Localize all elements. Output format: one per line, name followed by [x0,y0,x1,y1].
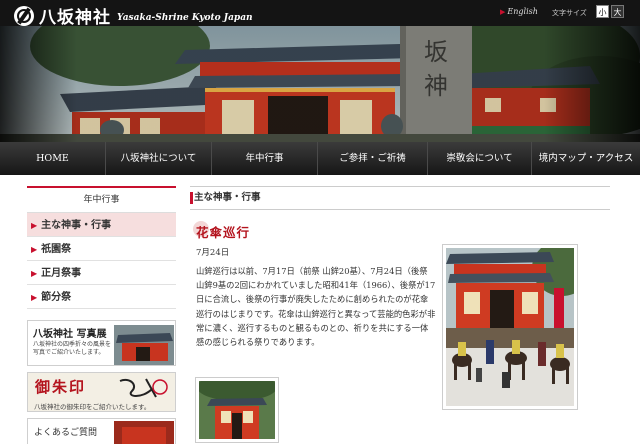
procession-photo-image [446,240,592,406]
font-size-label: 文字サイズ [552,9,587,17]
goshuin-subtitle: 八坂神社の御朱印をご紹介いたします。 [34,403,151,411]
logo-japanese: 八坂神社 [39,8,111,28]
shrine-thumbnail-image [197,373,277,439]
sidebar-item-label: 主な神事・行事 [41,220,112,231]
sidebar-item-label: 祇園祭 [41,244,72,255]
nav-item-home[interactable]: HOME [0,142,106,175]
nav-item-worship[interactable]: ご参拝・ご祈祷 [318,142,428,175]
shrine-crest-icon [14,5,34,26]
sidebar: 年中行事 ▶ 主な神事・行事 ▶ 祇園祭 ▶ 正月祭事 ▶ 節分祭 [27,186,176,309]
nav-item-about[interactable]: 八坂神社について [106,142,212,175]
faq-title: よくあるご質問 [34,428,98,438]
goshuin-title: 御朱印 [35,378,87,396]
hero-image: 坂 神 [0,26,640,142]
goshuin-banner[interactable]: 御朱印 八坂神社の御朱印をご紹介いたします。 [27,372,176,412]
faq-thumbnail [114,421,174,444]
sidebar-item-new-year[interactable]: ▶ 正月祭事 [27,261,176,285]
sidebar-item-label: 節分祭 [41,292,72,303]
faq-banner[interactable]: よくあるご質問 [27,418,176,444]
bullet-icon: ▶ [31,220,38,230]
sidebar-item-main-events[interactable]: ▶ 主な神事・行事 [27,213,176,237]
event-title-text: 花傘巡行 [196,225,251,240]
nav-item-supporters[interactable]: 崇敬会について [428,142,532,175]
font-large-button[interactable]: 大 [611,5,624,18]
main-content: 主な神事・行事 花傘巡行 7月24日 山鉾巡行は以前、7月17日（前祭 山鉾20… [190,186,610,347]
event-date: 7月24日 [196,248,230,258]
nav-item-map-access[interactable]: 境内マップ・アクセス [532,142,640,175]
bullet-icon: ▶ [31,244,38,254]
photo-exhibit-subtitle: 八坂神社の四季折々の風景を 写真でご紹介いたします。 [33,341,112,356]
event-description: 山鉾巡行は以前、7月17日（前祭 山鉾20基）、7月24日（後祭 山鉾9基の2回… [196,266,469,348]
english-link[interactable]: ▶ English [500,7,538,16]
section-title: 主な神事・行事 [190,186,610,210]
nav-item-annual-events[interactable]: 年中行事 [212,142,318,175]
photo-exhibit-title: 八坂神社 写真展 [33,329,107,340]
font-small-button[interactable]: 小 [596,5,609,18]
sidebar-item-setsubun[interactable]: ▶ 節分祭 [27,285,176,309]
bullet-icon: ▶ [31,268,38,278]
shrine-thumbnail-photo[interactable] [195,373,279,443]
sidebar-item-label: 正月祭事 [41,268,82,279]
shrine-gate-illustration: 坂 神 [0,26,640,142]
english-link-label: English [507,7,538,16]
global-nav: HOME 八坂神社について 年中行事 ご参拝・ご祈祷 崇敬会について 境内マップ… [0,142,640,175]
arrow-right-icon: ▶ [500,8,506,16]
logo-english: Yasaka-Shrine Kyoto Japan [117,12,253,23]
goshuin-stamp-illustration [119,378,168,398]
site-logo[interactable]: 八坂神社 Yasaka-Shrine Kyoto Japan [14,3,253,28]
sidebar-item-gion-festival[interactable]: ▶ 祇園祭 [27,237,176,261]
sidebar-heading: 年中行事 [27,186,176,213]
event-title: 花傘巡行 [193,221,251,241]
photo-exhibit-banner[interactable]: 八坂神社 写真展 八坂神社の四季折々の風景を 写真でご紹介いたします。 [27,320,176,366]
bullet-icon: ▶ [31,292,38,302]
procession-photo[interactable] [442,240,592,410]
top-bar: 八坂神社 Yasaka-Shrine Kyoto Japan ▶ English … [0,0,640,28]
